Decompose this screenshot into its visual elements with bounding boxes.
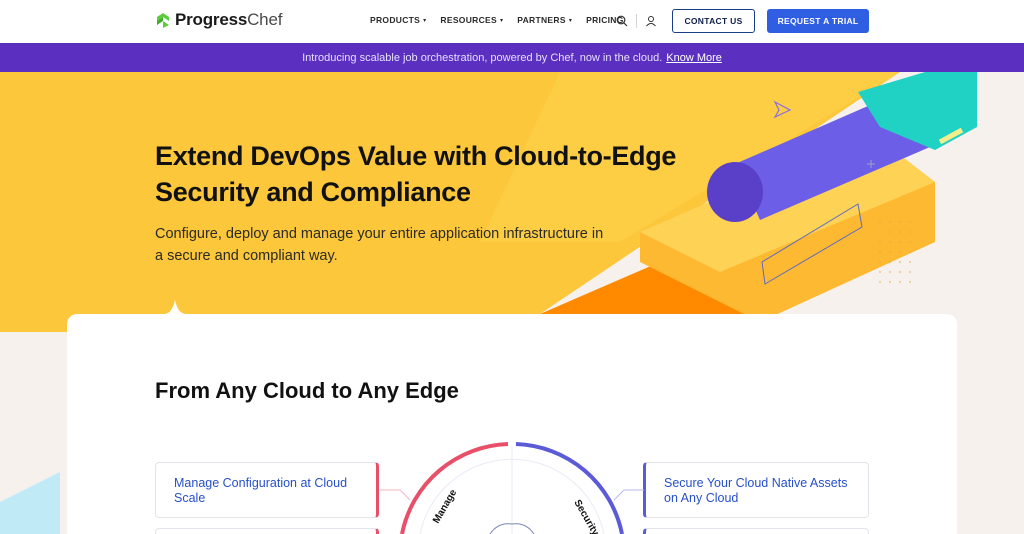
- card-notch: [164, 300, 186, 316]
- nav-partners-label: PARTNERS: [517, 15, 566, 25]
- feature-card-secure-cloud[interactable]: Secure Your Cloud Native Assets on Any C…: [643, 462, 869, 518]
- search-icon[interactable]: [616, 15, 628, 27]
- wheel-label-manage: Manage: [431, 487, 459, 525]
- main-nav: PRODUCTS ▾ RESOURCES ▾ PARTNERS ▾ PRICING: [370, 15, 638, 25]
- feature-card-left-next[interactable]: [155, 528, 379, 534]
- hero-title: Extend DevOps Value with Cloud-to-Edge S…: [155, 141, 677, 207]
- section-title: From Any Cloud to Any Edge: [155, 378, 459, 403]
- request-trial-button[interactable]: REQUEST A TRIAL: [767, 9, 869, 33]
- announcement-bar: Introducing scalable job orchestration, …: [0, 43, 1024, 72]
- nav-icons: [616, 14, 657, 28]
- feature-card-right-next[interactable]: [643, 528, 869, 534]
- logo-text: ProgressChef: [175, 10, 282, 30]
- logo-product: Chef: [247, 10, 283, 29]
- nav-products[interactable]: PRODUCTS ▾: [370, 15, 426, 25]
- progress-chef-logo[interactable]: ProgressChef: [155, 10, 282, 30]
- nav-resources[interactable]: RESOURCES ▾: [440, 15, 503, 25]
- chevron-down-icon: ▾: [499, 17, 504, 24]
- chevron-down-icon: ▾: [568, 17, 573, 24]
- nav-products-label: PRODUCTS: [370, 15, 421, 25]
- announcement-text: Introducing scalable job orchestration, …: [302, 51, 663, 64]
- wheel-label-security: Security: [571, 498, 600, 534]
- know-more-link[interactable]: Know More: [666, 52, 722, 64]
- logo-brand: Progress: [175, 10, 248, 29]
- nav-divider: [636, 14, 637, 28]
- chevron-down-icon: ▾: [423, 17, 427, 24]
- contact-us-button[interactable]: CONTACT US: [672, 9, 755, 33]
- user-icon[interactable]: [645, 15, 657, 27]
- nav-partners[interactable]: PARTNERS ▾: [517, 15, 572, 25]
- capability-wheel: Manage Security: [380, 442, 644, 534]
- feature-card-manage-config[interactable]: Manage Configuration at Cloud Scale: [155, 462, 379, 518]
- hero-subtitle: Configure, deploy and manage your entire…: [155, 226, 604, 264]
- top-header: ProgressChef PRODUCTS ▾ RESOURCES ▾ PARTNE…: [0, 0, 1024, 43]
- nav-resources-label: RESOURCES: [440, 15, 497, 25]
- progress-logo-icon: [157, 13, 169, 28]
